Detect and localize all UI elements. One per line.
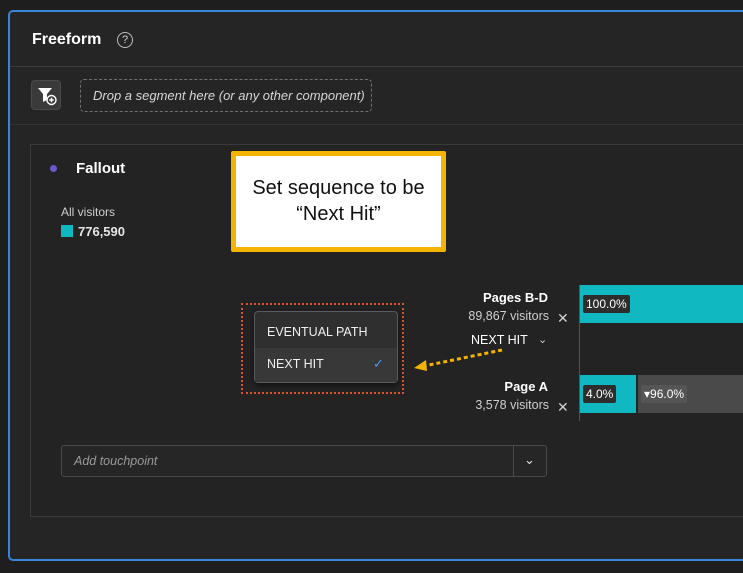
header-divider bbox=[10, 66, 743, 67]
segment-drop-zone[interactable]: Drop a segment here (or any other compon… bbox=[80, 79, 372, 112]
annotation-arrow-icon bbox=[414, 348, 503, 371]
filter-plus-icon bbox=[38, 88, 57, 106]
bar-label: 4.0% bbox=[583, 385, 617, 403]
segment-value: 776,590 bbox=[78, 224, 125, 239]
dropdown-divider bbox=[513, 446, 514, 476]
fallout-percent-label: ▾96.0% bbox=[641, 385, 688, 403]
callout-line-2: “Next Hit” bbox=[296, 203, 381, 225]
chevron-down-icon[interactable]: ⌄ bbox=[538, 333, 547, 346]
menu-item-eventual-path[interactable]: EVENTUAL PATH bbox=[267, 325, 367, 339]
menu-item-next-hit[interactable]: NEXT HIT bbox=[267, 357, 324, 371]
fallout-chart: 100.0% 4.0% ▾96.0% bbox=[580, 285, 743, 421]
panel-title: Freeform bbox=[32, 31, 102, 48]
remove-touchpoint-close-icon[interactable]: ✕ bbox=[557, 310, 569, 327]
status-dot-icon bbox=[50, 165, 57, 172]
sequence-dropdown-menu: EVENTUAL PATH NEXT HIT ✓ bbox=[254, 311, 398, 383]
help-icon[interactable]: ? bbox=[117, 32, 133, 48]
checkmark-icon: ✓ bbox=[373, 356, 384, 371]
callout-text: Set sequence to be “Next Hit” bbox=[236, 175, 441, 227]
add-touchpoint-input[interactable]: Add touchpoint ⌄ bbox=[61, 445, 547, 477]
touchpoint-visitors: 3,578 visitors bbox=[475, 398, 549, 412]
chevron-down-icon[interactable]: ⌄ bbox=[524, 452, 535, 468]
segment-label: All visitors bbox=[61, 205, 116, 219]
callout-line-1: Set sequence to be bbox=[252, 177, 425, 199]
annotation-callout: Set sequence to be “Next Hit” bbox=[231, 151, 446, 252]
bar-label: 100.0% bbox=[583, 295, 630, 313]
add-segment-filter-button[interactable] bbox=[31, 80, 61, 110]
segment-color-swatch bbox=[61, 225, 73, 237]
segment-divider bbox=[10, 124, 743, 125]
fallout-title: Fallout bbox=[76, 160, 126, 177]
add-touchpoint-placeholder: Add touchpoint bbox=[74, 454, 158, 468]
remove-touchpoint-close-icon[interactable]: ✕ bbox=[557, 399, 569, 416]
